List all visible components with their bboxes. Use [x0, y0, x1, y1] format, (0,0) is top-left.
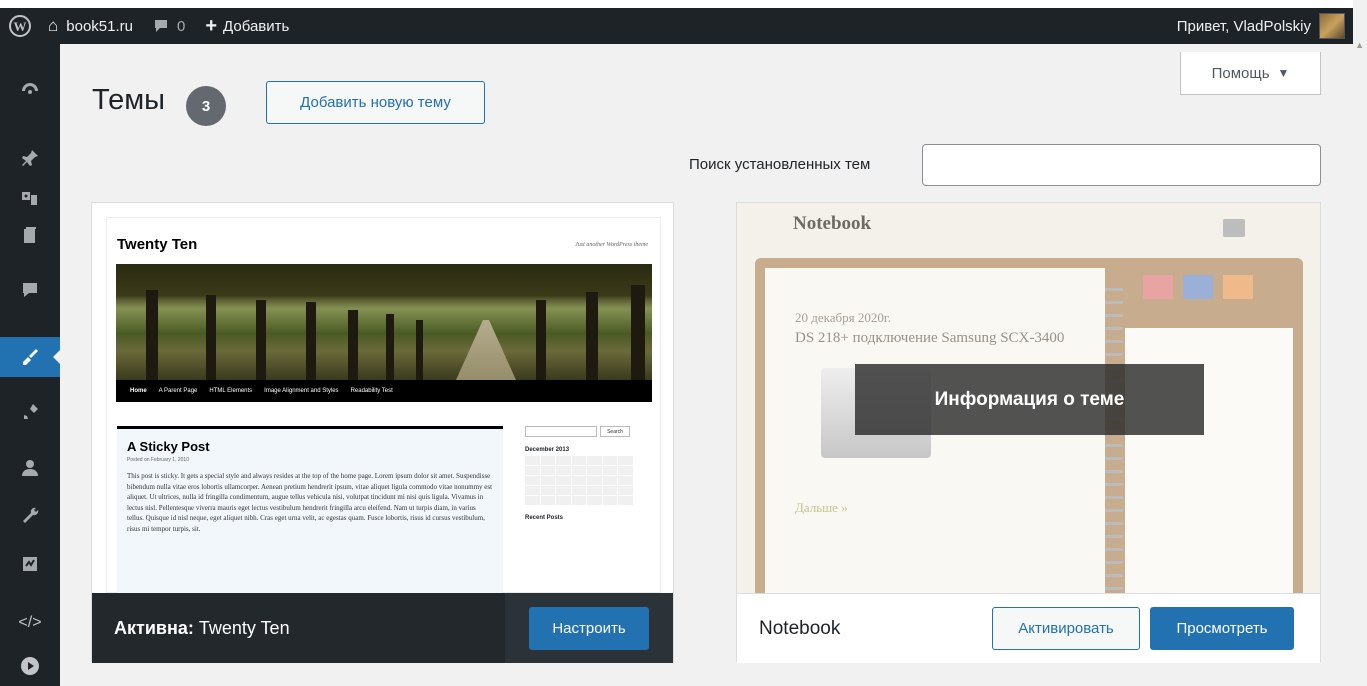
page-scrollbar[interactable]: ▲ — [1353, 0, 1367, 686]
theme-name-bar: Notebook Активировать Просмотреть — [737, 593, 1320, 663]
active-prefix: Активна: — [114, 617, 194, 638]
preview-post-title: DS 218+ подключение Samsung SCX-3400 — [795, 330, 1065, 346]
twentyten-preview: Twenty Ten Just another WordPress theme … — [106, 217, 661, 593]
settings-icon[interactable] — [0, 544, 60, 584]
theme-card-notebook[interactable]: Notebook 20 декабря 2020г. DS 218+ подкл… — [736, 202, 1321, 663]
admin-sidebar: </> — [0, 44, 61, 686]
theme-screenshot[interactable]: Twenty Ten Just another WordPress theme … — [92, 203, 673, 593]
customize-button[interactable]: Настроить — [529, 606, 649, 650]
preview-more-link: Дальше » — [795, 500, 848, 515]
preview-date: 20 декабря 2020г. — [795, 310, 891, 325]
plugins-icon[interactable] — [0, 392, 60, 432]
appearance-icon[interactable] — [0, 337, 61, 377]
site-name: book51.ru — [66, 17, 133, 35]
comments-link[interactable]: 0 — [143, 8, 195, 44]
add-new-theme-button[interactable]: Добавить новую тему — [266, 81, 485, 124]
preview-menu-icon — [1223, 219, 1245, 237]
dashboard-icon[interactable] — [0, 70, 60, 110]
scroll-up-arrow-icon[interactable]: ▲ — [1355, 40, 1364, 50]
comments-count: 0 — [177, 17, 186, 35]
theme-actions: Настроить — [505, 593, 673, 663]
theme-name: Twenty Ten — [198, 617, 290, 638]
preview-menu: Home A Parent Page HTML Elements Image A… — [116, 380, 652, 402]
help-label: Помощь — [1211, 64, 1270, 82]
pages-icon[interactable] — [0, 216, 60, 256]
chevron-down-icon: ▼ — [1277, 66, 1290, 80]
preview-logo: Notebook — [793, 213, 872, 234]
top-strip — [0, 0, 1367, 8]
preview-header-image — [116, 264, 652, 380]
media-icon[interactable] — [0, 178, 60, 218]
theme-screenshot[interactable]: Notebook 20 декабря 2020г. DS 218+ подкл… — [737, 203, 1320, 593]
avatar — [1319, 13, 1345, 39]
play-icon[interactable] — [0, 646, 60, 686]
preview-site-title: Twenty Ten — [117, 236, 198, 253]
pin-icon[interactable] — [0, 138, 60, 178]
preview-site-description: Just another WordPress theme — [575, 242, 648, 248]
tools-icon[interactable] — [0, 496, 60, 536]
live-preview-button[interactable]: Просмотреть — [1150, 607, 1294, 650]
my-account-menu[interactable]: Привет, VladPolskiy — [1167, 8, 1353, 44]
preview-sidebar: Search December 2013 Recent Posts — [525, 426, 633, 593]
site-name-link[interactable]: ⌂ book51.ru — [38, 8, 143, 44]
greeting: Привет, VladPolskiy — [1176, 17, 1311, 35]
theme-name-bar: Активна: Twenty Ten Настроить — [92, 593, 673, 663]
active-theme-name: Активна: Twenty Ten — [92, 618, 290, 639]
users-icon[interactable] — [0, 448, 60, 488]
theme-count-badge: 3 — [186, 86, 226, 126]
search-label: Поиск установленных тем — [689, 156, 871, 173]
theme-details-overlay[interactable]: Информация о теме — [855, 364, 1204, 435]
activate-button[interactable]: Активировать — [992, 607, 1140, 650]
preview-sticky-post: A Sticky Post Posted on February 1, 2010… — [117, 426, 503, 593]
comments-icon[interactable] — [0, 270, 60, 310]
code-icon[interactable]: </> — [0, 603, 60, 643]
add-new-menu[interactable]: + Добавить — [195, 8, 299, 44]
svg-text:W: W — [14, 19, 27, 34]
theme-name: Notebook — [759, 617, 841, 639]
admin-bar: W ⌂ book51.ru 0 + Добавить Привет, VladP… — [0, 8, 1353, 44]
home-icon: ⌂ — [48, 16, 59, 35]
search-input[interactable] — [922, 144, 1321, 186]
add-new-label: Добавить — [223, 17, 290, 35]
theme-card-twentyten[interactable]: Twenty Ten Just another WordPress theme … — [91, 202, 674, 663]
comment-bubble-icon — [155, 20, 167, 32]
page-title: Темы — [92, 84, 165, 116]
plus-icon: + — [205, 14, 218, 37]
wordpress-logo-icon[interactable]: W — [2, 8, 38, 44]
help-tab-button[interactable]: Помощь ▼ — [1180, 52, 1321, 95]
